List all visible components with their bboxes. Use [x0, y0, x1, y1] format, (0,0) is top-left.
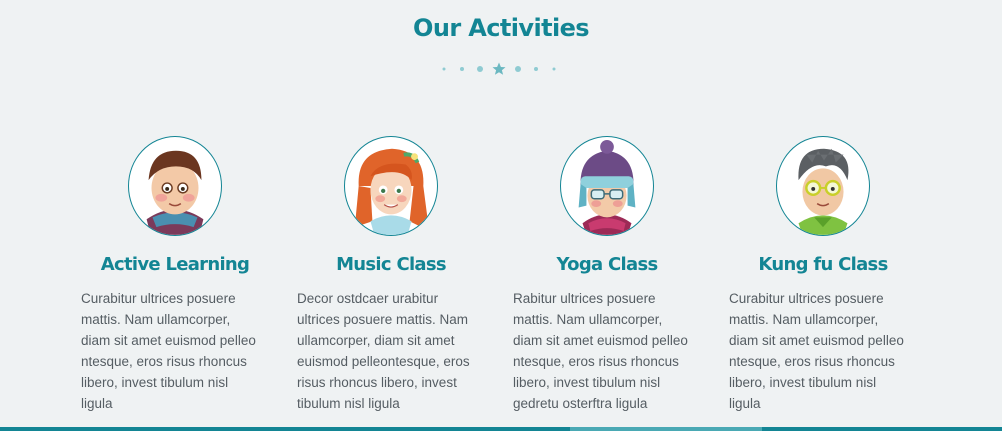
activity-description: Decor ostdcaer urabitur ultrices posuere… [297, 291, 470, 411]
activities-list: Active Learning Curabitur ultrices posue… [0, 0, 1002, 431]
boy-with-glasses-avatar-icon [776, 136, 870, 236]
activity-description: Rabitur ultrices posuere mattis. Nam ull… [513, 291, 688, 411]
girl-with-winter-hat-avatar-icon [560, 136, 654, 236]
activity-title: Kung fu Class [758, 254, 888, 275]
activity-title: Music Class [336, 254, 447, 275]
boy-with-scarf-avatar-icon [128, 136, 222, 236]
bottom-accent-bar [0, 427, 1002, 431]
activity-description: Curabitur ultrices posuere mattis. Nam u… [729, 291, 904, 411]
red-haired-girl-avatar-icon [344, 136, 438, 236]
activity-title: Yoga Class [556, 254, 658, 275]
activity-title: Active Learning [100, 254, 250, 275]
activity-description: Curabitur ultrices posuere mattis. Nam u… [81, 291, 256, 411]
bottom-accent-highlight [570, 427, 762, 431]
